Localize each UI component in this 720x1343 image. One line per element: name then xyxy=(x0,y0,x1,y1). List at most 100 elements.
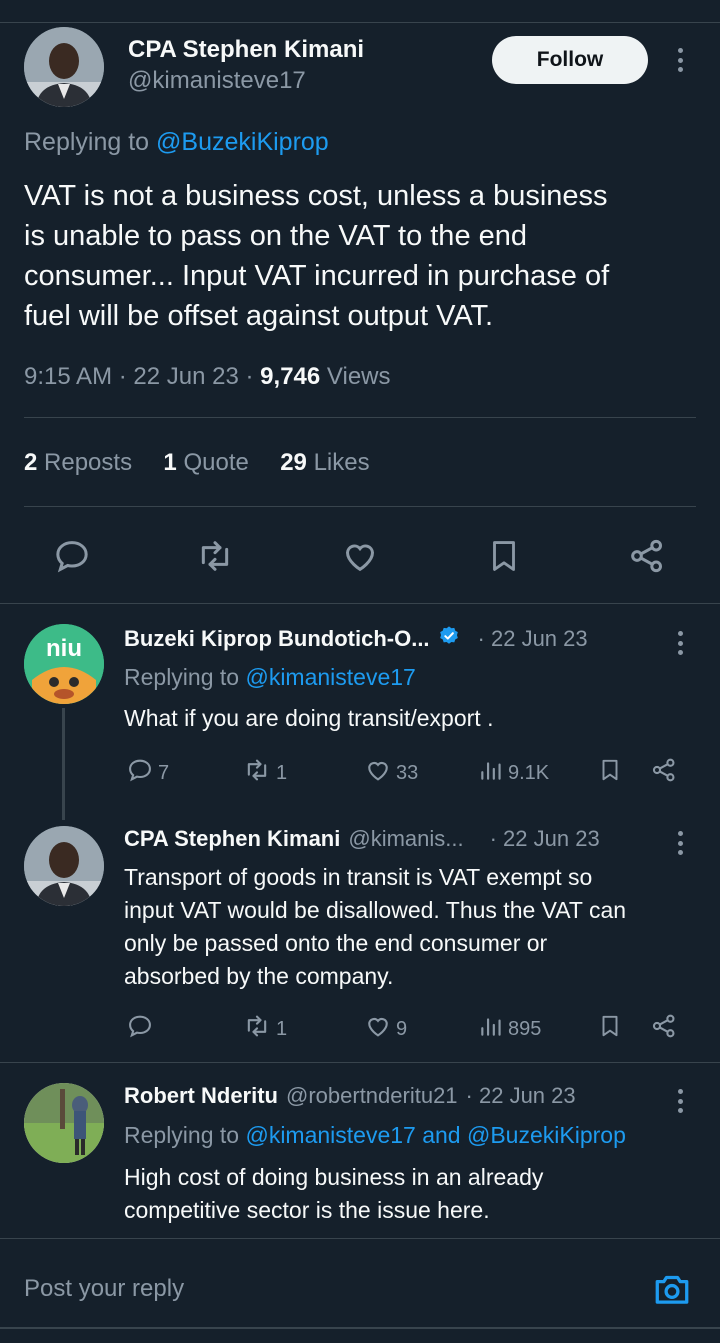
reply-author-handle[interactable]: @kimanis... xyxy=(348,826,463,852)
share-icon[interactable] xyxy=(627,536,667,576)
reposts-count: 2 xyxy=(24,449,38,476)
bookmark-icon[interactable] xyxy=(597,1012,623,1040)
likes-count: 29 xyxy=(280,449,307,476)
reply-header: CPA Stephen Kimani @kimanis... · 22 Jun … xyxy=(124,826,600,852)
replying-to-link[interactable]: @kimanisteve17 and @BuzekiKiprop xyxy=(245,1122,625,1148)
reply-icon[interactable] xyxy=(52,536,92,576)
like-action[interactable]: 33 xyxy=(364,756,418,790)
bookmark-icon[interactable] xyxy=(485,536,523,576)
tweet-body-line: consumer... Input VAT incurred in purcha… xyxy=(24,260,610,292)
views-count: 9.1K xyxy=(508,761,550,784)
avatar-logo-text: niu xyxy=(46,635,82,662)
views-label: Views xyxy=(326,363,391,390)
divider xyxy=(0,1062,720,1063)
repost-action[interactable]: 1 xyxy=(242,756,287,790)
divider xyxy=(0,603,720,604)
avatar-photo xyxy=(24,1083,104,1163)
reposts-label: Reposts xyxy=(44,449,133,476)
tweet-body-line: is unable to pass on the VAT to the end xyxy=(24,220,528,252)
reply-count: 7 xyxy=(158,761,170,784)
camera-icon[interactable] xyxy=(652,1271,692,1307)
follow-button[interactable]: Follow xyxy=(492,36,648,84)
views-icon xyxy=(478,1012,504,1046)
more-options-icon[interactable] xyxy=(670,828,690,858)
avatar[interactable]: niu xyxy=(24,624,104,704)
replying-to-line: Replying to @kimanisteve17 and @BuzekiKi… xyxy=(124,1122,626,1149)
repost-action[interactable]: 1 xyxy=(242,1012,287,1046)
like-count: 9 xyxy=(396,1017,408,1040)
reply-text-line: High cost of doing business in an alread… xyxy=(124,1164,544,1190)
thread-line xyxy=(62,708,65,820)
repost-count: 1 xyxy=(276,761,288,784)
tweet-body-line: fuel will be offset against output VAT. xyxy=(24,300,494,332)
quotes-label: Quote xyxy=(183,449,249,476)
author-handle[interactable]: @kimanisteve17 xyxy=(128,67,306,95)
reply-header: Robert Nderitu @robertnderitu21 · 22 Jun… xyxy=(124,1083,576,1109)
repost-icon xyxy=(242,1012,272,1046)
replying-to-link[interactable]: @BuzekiKiprop xyxy=(156,128,329,156)
more-options-icon[interactable] xyxy=(670,628,690,658)
more-options-icon[interactable] xyxy=(670,45,690,75)
reply-text: What if you are doing transit/export . xyxy=(124,702,493,735)
reply-text-line: Transport of goods in transit is VAT exe… xyxy=(124,864,593,890)
reply-date[interactable]: · 22 Jun 23 xyxy=(478,626,588,652)
divider xyxy=(24,506,696,507)
reply-icon xyxy=(126,1012,154,1046)
reply-icon xyxy=(126,756,154,790)
avatar-photo xyxy=(24,826,104,906)
quotes-stat[interactable]: 1 Quote xyxy=(163,449,248,476)
tweet-body-line: VAT is not a business cost, unless a bus… xyxy=(24,180,608,212)
reply-input[interactable] xyxy=(24,1269,624,1309)
replying-to-prefix: Replying to xyxy=(24,128,150,156)
separator-dot: · xyxy=(245,363,254,390)
tweet-body: VAT is not a business cost, unless a bus… xyxy=(24,176,704,336)
bottom-divider xyxy=(0,1327,720,1329)
avatar[interactable] xyxy=(24,1083,104,1163)
avatar[interactable] xyxy=(24,27,104,107)
repost-icon[interactable] xyxy=(194,536,236,576)
likes-label: Likes xyxy=(313,449,370,476)
like-icon xyxy=(364,756,392,790)
replying-to-line: Replying to @BuzekiKiprop xyxy=(24,128,329,157)
like-count: 33 xyxy=(396,761,419,784)
top-divider xyxy=(0,22,720,23)
reply-composer xyxy=(0,1238,720,1343)
reply-text-line: only be passed onto the end consumer or xyxy=(124,930,548,956)
views-action[interactable]: 9.1K xyxy=(478,756,549,790)
views-count: 9,746 xyxy=(260,363,321,390)
reply-date[interactable]: · 22 Jun 23 xyxy=(490,826,600,852)
views-action[interactable]: 895 xyxy=(478,1012,541,1046)
repost-count: 1 xyxy=(276,1017,288,1040)
tweet-timestamp: 9:15 AM · 22 Jun 23 · 9,746 Views xyxy=(24,363,391,391)
reply-author-name[interactable]: CPA Stephen Kimani xyxy=(124,826,340,852)
reply-text: High cost of doing business in an alread… xyxy=(124,1161,704,1227)
more-options-icon[interactable] xyxy=(670,1086,690,1116)
reply-author-name[interactable]: Buzeki Kiprop Bundotich-O... xyxy=(124,626,430,652)
reposts-stat[interactable]: 2 Reposts xyxy=(24,449,132,476)
share-icon[interactable] xyxy=(650,756,678,784)
engagement-stats: 2 Reposts 1 Quote 29 Likes xyxy=(24,449,370,477)
reply-action[interactable] xyxy=(126,1012,158,1046)
replying-to-link[interactable]: @kimanisteve17 xyxy=(245,664,415,690)
reply-author-name[interactable]: Robert Nderitu xyxy=(124,1083,278,1109)
quotes-count: 1 xyxy=(163,449,177,476)
separator-dot: · xyxy=(118,363,127,390)
like-icon[interactable] xyxy=(340,536,380,576)
tweet-time[interactable]: 9:15 AM xyxy=(24,363,112,390)
author-name[interactable]: CPA Stephen Kimani xyxy=(128,36,364,64)
tweet-date[interactable]: 22 Jun 23 xyxy=(133,363,238,390)
likes-stat[interactable]: 29 Likes xyxy=(280,449,369,476)
avatar-photo xyxy=(24,27,104,107)
bookmark-icon[interactable] xyxy=(597,756,623,784)
views-icon xyxy=(478,756,504,790)
reply-text-line: input VAT would be disallowed. Thus the … xyxy=(124,897,627,923)
avatar[interactable] xyxy=(24,826,104,906)
reply-date[interactable]: · 22 Jun 23 xyxy=(466,1083,576,1109)
reply-action[interactable]: 7 xyxy=(126,756,169,790)
reply-author-handle[interactable]: @robertnderitu21 xyxy=(286,1083,458,1109)
divider xyxy=(24,417,696,418)
views-count: 895 xyxy=(508,1017,542,1040)
share-icon[interactable] xyxy=(650,1012,678,1040)
reply-text-line: What if you are doing transit/export . xyxy=(124,705,494,731)
like-action[interactable]: 9 xyxy=(364,1012,407,1046)
